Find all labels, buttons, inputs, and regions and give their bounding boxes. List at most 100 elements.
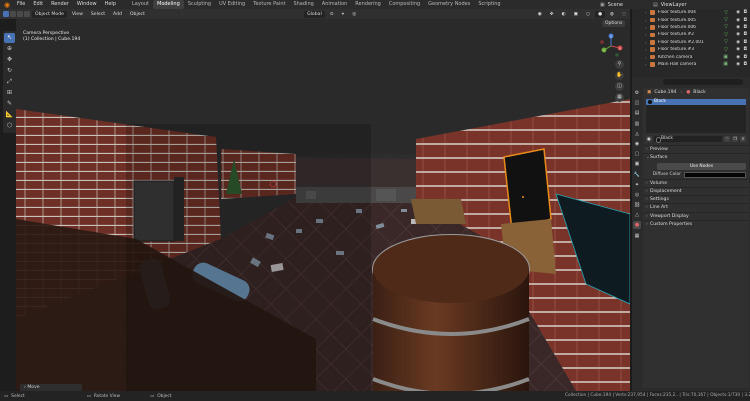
render-camera-icon[interactable]: ◘ — [743, 10, 747, 15]
panel-viewport-display[interactable]: Viewport Display — [643, 211, 749, 221]
tab-modeling[interactable]: Modeling — [153, 0, 184, 9]
browse-material-icon[interactable]: ● — [646, 136, 652, 142]
material-tab-icon[interactable]: ● — [633, 221, 641, 230]
cursor-icon[interactable]: ⊕ — [4, 44, 15, 54]
3d-viewport[interactable] — [16, 19, 630, 391]
constraints-tab-icon[interactable]: ⛓ — [633, 201, 641, 209]
physics-tab-icon[interactable]: ◎ — [633, 191, 641, 199]
eye-icon[interactable]: ◉ — [736, 47, 740, 52]
select-subtract-icon[interactable] — [17, 11, 23, 17]
panel-settings[interactable]: Settings — [643, 195, 749, 205]
panel-line-art[interactable]: Line Art — [643, 203, 749, 213]
outliner-row[interactable]: › Floor texture.#2.001 ▽ ◉ ◘ — [632, 39, 750, 46]
snap-icon[interactable]: ⌖ — [339, 11, 348, 18]
tab-rendering[interactable]: Rendering — [351, 0, 385, 9]
tab-animation[interactable]: Animation — [318, 0, 352, 9]
menu-add[interactable]: Add — [110, 11, 125, 18]
pivot-icon[interactable]: ⊙ — [327, 11, 337, 18]
panel-displacement[interactable]: Displacement — [643, 186, 749, 196]
properties-search-input[interactable] — [663, 79, 743, 85]
menu-edit[interactable]: Edit — [29, 0, 47, 9]
select-extend-icon[interactable] — [10, 11, 16, 17]
menu-window[interactable]: Window — [73, 0, 101, 9]
transform-orientation-dropdown[interactable]: Global — [304, 10, 325, 18]
shading-rendered-icon[interactable]: ◌ — [619, 11, 629, 18]
menu-object[interactable]: Object — [127, 11, 148, 18]
fake-user-icon[interactable]: ♡ — [724, 136, 730, 142]
options-button[interactable]: Options — [602, 20, 626, 27]
ortho-toggle-icon[interactable]: ▦ — [615, 93, 624, 102]
world-tab-icon[interactable]: ◉ — [633, 140, 641, 148]
shading-wireframe-icon[interactable]: ○ — [583, 11, 593, 18]
tab-texture-paint[interactable]: Texture Paint — [249, 0, 289, 9]
eye-icon[interactable]: ◉ — [736, 25, 740, 30]
annotate-icon[interactable]: ✎ — [4, 99, 15, 109]
shading-solid-icon[interactable]: ● — [594, 10, 605, 18]
render-camera-icon[interactable]: ◘ — [743, 62, 747, 67]
eye-icon[interactable]: ◉ — [736, 18, 740, 23]
unlink-material-icon[interactable]: ✕ — [740, 136, 746, 142]
tab-layout[interactable]: Layout — [128, 0, 153, 9]
view-layer-label[interactable]: ViewLayer — [661, 2, 687, 8]
tab-uv-editing[interactable]: UV Editing — [215, 0, 249, 9]
panel-preview[interactable]: Preview — [643, 145, 749, 154]
measure-icon[interactable]: 📐 — [4, 110, 15, 120]
outliner-row[interactable]: › Main Hall camera ▣ ◉ ◘ — [632, 61, 750, 68]
material-slot-item[interactable]: Black — [646, 99, 746, 105]
scene-tab-icon[interactable]: ◬ — [633, 130, 641, 138]
render-camera-icon[interactable]: ◘ — [743, 55, 747, 60]
tab-compositing[interactable]: Compositing — [385, 0, 424, 9]
render-camera-icon[interactable]: ◘ — [743, 32, 747, 37]
particles-tab-icon[interactable]: ✦ — [633, 181, 641, 189]
select-icon[interactable]: ↖ — [4, 33, 15, 43]
panel-volume[interactable]: Volume — [643, 178, 749, 188]
xray-toggle-icon[interactable]: ▣ — [571, 11, 581, 18]
transform-icon[interactable]: ⊞ — [4, 88, 15, 98]
navigation-gizmo[interactable]: Z X Y — [598, 33, 624, 59]
material-name-field[interactable]: Black — [654, 136, 722, 143]
menu-view[interactable]: View — [69, 11, 86, 18]
outliner-row[interactable]: › Floor texture.004 ▽ ◉ ◘ — [632, 9, 750, 16]
modifier-tab-icon[interactable]: 🔧 — [633, 171, 641, 179]
texture-tab-icon[interactable]: ▦ — [633, 232, 641, 240]
tab-sculpting[interactable]: Sculpting — [184, 0, 215, 9]
select-invert-icon[interactable] — [24, 11, 30, 17]
proportional-edit-icon[interactable]: ◎ — [349, 11, 359, 18]
scale-icon[interactable]: ⤢ — [4, 77, 15, 87]
menu-select[interactable]: Select — [88, 11, 108, 18]
object-data-tab-icon[interactable]: △ — [633, 211, 641, 219]
outliner-row[interactable]: › Kitchen camera ▣ ◉ ◘ — [632, 53, 750, 60]
menu-help[interactable]: Help — [101, 0, 120, 9]
visibility-icon[interactable]: ◉ — [535, 11, 545, 18]
outliner-row[interactable]: › Floor texture.006 ▽ ◉ ◘ — [632, 24, 750, 31]
outliner-row[interactable]: › Floor texture.#2 ▽ ◉ ◘ — [632, 31, 750, 38]
render-camera-icon[interactable]: ◘ — [743, 18, 747, 23]
tool-tab-icon[interactable]: ⚙ — [633, 89, 641, 97]
zoom-icon[interactable]: ⚲ — [615, 60, 624, 69]
outliner-row[interactable]: › Floor texture.#3 ▽ ◉ ◘ — [632, 46, 750, 53]
tab-scripting[interactable]: Scripting — [474, 0, 504, 9]
render-camera-icon[interactable]: ◘ — [743, 40, 747, 45]
material-slot-list[interactable]: Black — [646, 99, 746, 133]
eye-icon[interactable]: ◉ — [736, 40, 740, 45]
panel-custom-properties[interactable]: Custom Properties — [643, 220, 749, 229]
eye-icon[interactable]: ◉ — [736, 55, 740, 60]
object-mode-dropdown[interactable]: Object Mode — [32, 10, 67, 18]
render-camera-icon[interactable]: ◘ — [743, 47, 747, 52]
scene-selector[interactable]: ▣ Scene ▤ ViewLayer — [600, 0, 687, 9]
panel-surface[interactable]: Surface — [643, 153, 749, 163]
render-camera-icon[interactable]: ◘ — [743, 25, 747, 30]
add-cube-icon[interactable]: ⬡ — [4, 121, 15, 131]
menu-file[interactable]: File — [13, 0, 29, 9]
use-nodes-button[interactable]: Use Nodes — [657, 162, 746, 170]
overlay-toggle-icon[interactable]: ◐ — [559, 11, 569, 18]
eye-icon[interactable]: ◉ — [736, 10, 740, 15]
tab-shading[interactable]: Shading — [289, 0, 317, 9]
collection-tab-icon[interactable]: ▢ — [633, 150, 641, 158]
pan-hand-icon[interactable]: ✋ — [615, 71, 624, 80]
render-tab-icon[interactable]: ◫ — [633, 99, 641, 107]
duplicate-material-icon[interactable]: ❐ — [732, 136, 738, 142]
blender-logo-icon[interactable]: ◉ — [3, 1, 11, 9]
tab-geometry-nodes[interactable]: Geometry Nodes — [424, 0, 474, 9]
view-layer-tab-icon[interactable]: ▥ — [633, 120, 641, 128]
